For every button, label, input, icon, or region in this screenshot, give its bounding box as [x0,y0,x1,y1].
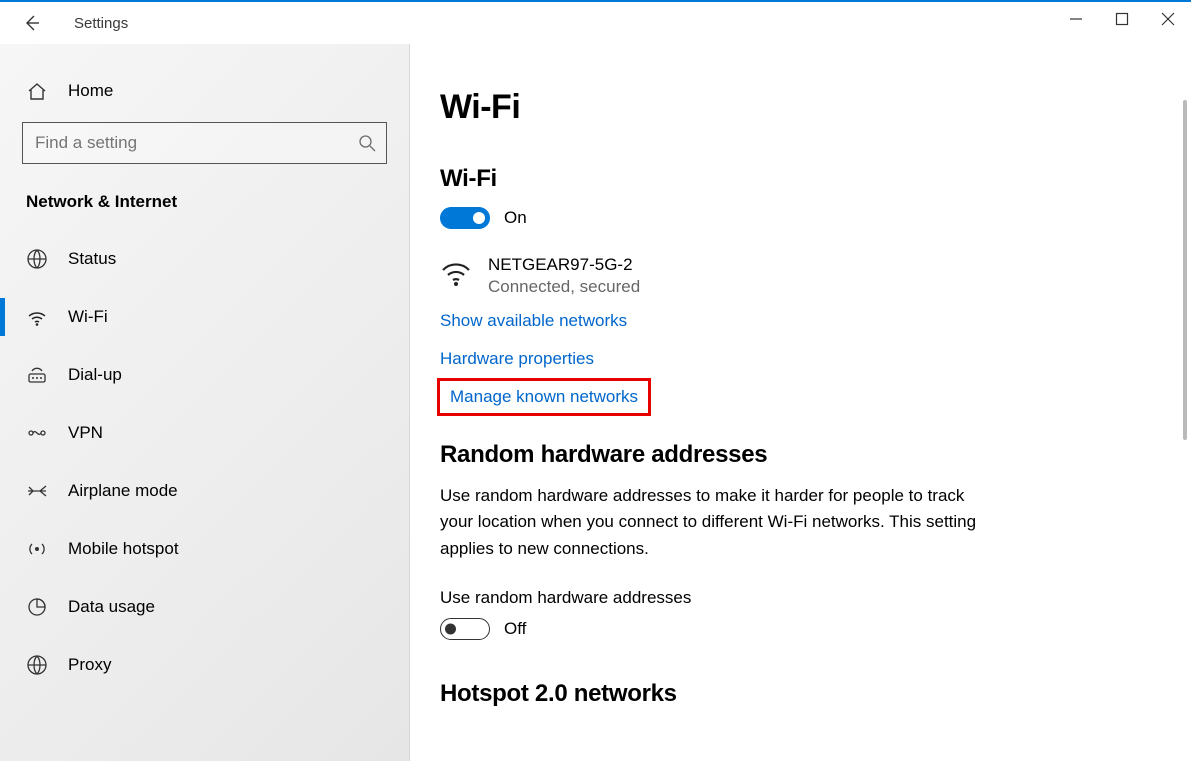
hotspot-icon [26,538,48,560]
link-manage-known-networks[interactable]: Manage known networks [440,381,648,413]
airplane-icon [26,480,48,502]
back-button[interactable] [22,13,42,33]
home-button[interactable]: Home [0,74,409,122]
nav-list: Status Wi-Fi Dial-up VPN [0,230,409,694]
search-input[interactable] [35,133,358,153]
wifi-section-title: Wi-Fi [440,165,1151,193]
status-icon [26,248,48,270]
nav-item-dialup[interactable]: Dial-up [0,346,409,404]
dialup-icon [26,364,48,386]
wifi-toggle[interactable] [440,207,490,229]
maximize-button[interactable] [1099,4,1145,34]
random-toggle-state: Off [504,619,526,639]
nav-item-label: VPN [68,423,103,443]
nav-item-hotspot[interactable]: Mobile hotspot [0,520,409,578]
nav-item-airplane[interactable]: Airplane mode [0,462,409,520]
current-network[interactable]: NETGEAR97-5G-2 Connected, secured [440,255,1151,297]
search-box[interactable] [22,122,387,164]
link-show-available-networks[interactable]: Show available networks [440,311,627,331]
home-label: Home [68,81,113,101]
title-bar: Settings [0,2,1191,44]
page-title: Wi-Fi [440,88,1151,127]
main-panel: Wi-Fi Wi-Fi On NETGEAR97-5G-2 Connected,… [410,44,1191,761]
nav-item-label: Status [68,249,116,269]
nav-item-status[interactable]: Status [0,230,409,288]
nav-item-vpn[interactable]: VPN [0,404,409,462]
nav-item-proxy[interactable]: Proxy [0,636,409,694]
nav-sidebar: Home Network & Internet Status Wi-Fi [0,44,410,761]
wifi-icon [26,306,48,328]
nav-item-label: Wi-Fi [68,307,108,327]
nav-item-label: Mobile hotspot [68,539,179,559]
nav-item-label: Proxy [68,655,111,675]
random-toggle-label: Use random hardware addresses [440,588,1151,608]
random-addresses-title: Random hardware addresses [440,441,1151,469]
nav-item-label: Airplane mode [68,481,178,501]
home-icon [26,80,48,102]
category-header: Network & Internet [0,192,409,230]
random-addresses-body: Use random hardware addresses to make it… [440,483,990,562]
window-title: Settings [74,15,128,32]
nav-item-label: Dial-up [68,365,122,385]
hotspot-2-title: Hotspot 2.0 networks [440,680,1151,708]
vpn-icon [26,422,48,444]
link-hardware-properties[interactable]: Hardware properties [440,349,594,369]
wifi-toggle-state: On [504,208,527,228]
scrollbar-thumb[interactable] [1183,100,1187,440]
nav-item-label: Data usage [68,597,155,617]
wifi-signal-icon [440,257,472,294]
nav-item-wifi[interactable]: Wi-Fi [0,288,409,346]
network-name: NETGEAR97-5G-2 [488,255,640,275]
random-addresses-toggle[interactable] [440,618,490,640]
window-controls [1053,4,1191,34]
minimize-button[interactable] [1053,4,1099,34]
proxy-icon [26,654,48,676]
network-status: Connected, secured [488,277,640,297]
close-button[interactable] [1145,4,1191,34]
search-icon [358,134,376,152]
nav-item-data-usage[interactable]: Data usage [0,578,409,636]
data-usage-icon [26,596,48,618]
